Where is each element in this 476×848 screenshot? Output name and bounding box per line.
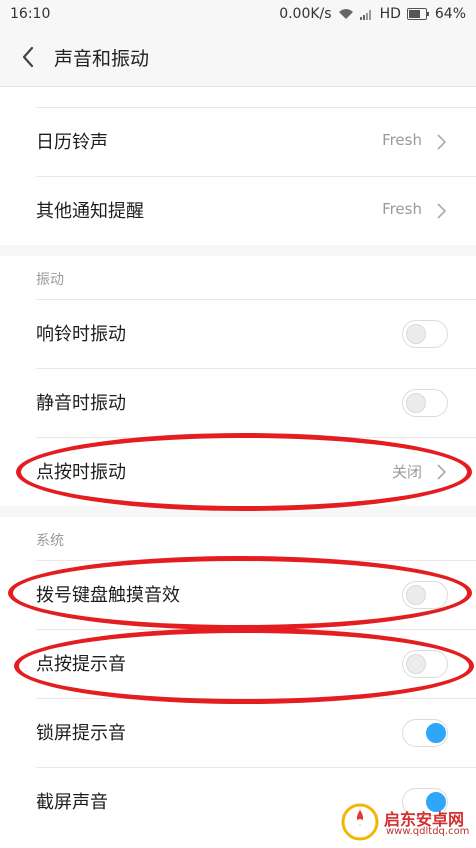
page-title: 声音和振动	[54, 48, 150, 70]
ring-vibrate-label: 响铃时振动	[36, 324, 126, 345]
lock-screen-sound-row[interactable]: 锁屏提示音	[0, 699, 476, 767]
vibration-section: 振动 响铃时振动 静音时振动 点按时振动 关闭	[0, 256, 476, 506]
system-section: 系统 拨号键盘触摸音效 点按提示音 锁屏提示音 截屏声音	[0, 517, 476, 848]
network-speed: 0.00K/s	[279, 6, 332, 22]
toggle-knob	[406, 324, 426, 344]
chevron-right-icon	[437, 203, 447, 219]
ring-vibrate-toggle[interactable]	[402, 320, 448, 348]
tap-sound-label: 点按提示音	[36, 654, 126, 675]
tap-vibrate-row[interactable]: 点按时振动 关闭	[0, 438, 476, 506]
watermark-logo-icon	[341, 803, 379, 841]
chevron-right-icon	[437, 464, 447, 480]
toggle-knob	[406, 585, 426, 605]
watermark-url: www.qdltdq.com	[386, 826, 470, 837]
silent-vibrate-toggle[interactable]	[402, 389, 448, 417]
tap-sound-row[interactable]: 点按提示音	[0, 630, 476, 698]
toggle-knob	[406, 393, 426, 413]
toggle-knob	[426, 723, 446, 743]
tap-sound-toggle[interactable]	[402, 650, 448, 678]
silent-vibrate-row[interactable]: 静音时振动	[0, 369, 476, 437]
dialpad-touch-sound-label: 拨号键盘触摸音效	[36, 585, 180, 606]
chevron-right-icon	[437, 134, 447, 150]
toggle-knob	[406, 654, 426, 674]
battery-icon	[406, 8, 429, 20]
status-right: 0.00K/s HD 64%	[279, 6, 466, 22]
lock-screen-sound-toggle[interactable]	[402, 719, 448, 747]
dialpad-touch-sound-toggle[interactable]	[402, 581, 448, 609]
lock-screen-sound-label: 锁屏提示音	[36, 723, 126, 744]
title-bar: 声音和振动	[0, 30, 476, 87]
signal-icon	[359, 10, 371, 20]
other-notification-label: 其他通知提醒	[36, 201, 144, 222]
calendar-ringtone-value: Fresh	[382, 131, 422, 149]
calendar-ringtone-label: 日历铃声	[36, 132, 108, 153]
tap-vibrate-label: 点按时振动	[36, 462, 126, 483]
calendar-ringtone-row[interactable]: 日历铃声 Fresh	[0, 108, 476, 176]
hd-indicator: HD	[379, 6, 401, 22]
other-notification-row[interactable]: 其他通知提醒 Fresh	[0, 177, 476, 245]
vibration-header: 振动	[36, 272, 64, 288]
other-notification-value: Fresh	[382, 200, 422, 218]
status-bar: 16:10 0.00K/s HD 64%	[0, 0, 476, 30]
ring-vibrate-row[interactable]: 响铃时振动	[0, 300, 476, 368]
screenshot-sound-label: 截屏声音	[36, 792, 108, 813]
watermark: 启东安卓网 www.qdltdq.com	[340, 802, 470, 842]
battery-level: 64%	[434, 6, 466, 22]
wifi-icon	[338, 9, 353, 19]
ringtones-section: 日历铃声 Fresh 其他通知提醒 Fresh	[0, 87, 476, 245]
status-time: 16:10	[10, 6, 51, 22]
system-header: 系统	[36, 533, 64, 549]
silent-vibrate-label: 静音时振动	[36, 393, 126, 414]
dialpad-touch-sound-row[interactable]: 拨号键盘触摸音效	[0, 561, 476, 629]
tap-vibrate-value: 关闭	[391, 463, 422, 481]
back-arrow-icon[interactable]	[14, 42, 44, 72]
